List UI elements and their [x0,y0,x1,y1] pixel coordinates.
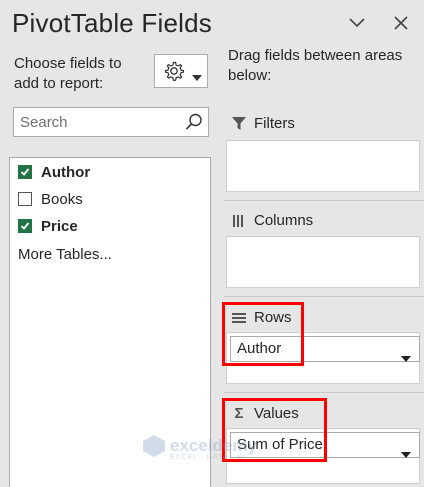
area-divider [224,392,424,393]
pane-title: PivotTable Fields [12,8,212,38]
choose-fields-label: Choose fields to add to report: [14,55,122,92]
drag-fields-label: Drag fields between areas below: [228,47,403,84]
columns-icon [230,213,248,229]
close-icon[interactable] [392,14,410,32]
filter-icon [230,116,248,132]
caret-down-icon[interactable] [401,346,411,370]
columns-label: Columns [254,212,314,229]
chevron-down-icon[interactable] [348,14,366,32]
columns-area-header: Columns [230,212,313,229]
field-item-author[interactable]: Author [18,162,90,182]
caret-down-icon [192,68,202,86]
search-icon[interactable] [184,112,204,137]
caret-down-icon[interactable] [401,442,411,466]
area-divider [224,200,424,201]
columns-drop-area[interactable] [226,236,420,288]
field-label: Books [41,190,83,208]
books-checkbox[interactable] [18,192,32,206]
price-checkbox[interactable] [18,219,32,233]
field-label: Author [41,163,91,181]
field-label: Price [41,217,78,235]
field-list: Author Books Price More Tables... [9,157,211,487]
field-list-panel: Choose fields to add to report: Author B… [0,44,218,487]
values-highlight-box [222,398,327,462]
filters-area-header: Filters [230,115,295,132]
area-divider [224,296,424,297]
search-input[interactable] [14,108,186,136]
tools-dropdown-button[interactable] [154,54,208,88]
gear-icon [163,60,185,87]
more-tables-link[interactable]: More Tables... [18,246,112,263]
field-item-books[interactable]: Books [18,189,83,209]
author-checkbox[interactable] [18,165,32,179]
field-item-price[interactable]: Price [18,216,78,236]
filters-label: Filters [254,115,295,132]
search-box[interactable] [13,107,209,137]
rows-highlight-box [222,302,304,366]
filters-drop-area[interactable] [226,140,420,192]
